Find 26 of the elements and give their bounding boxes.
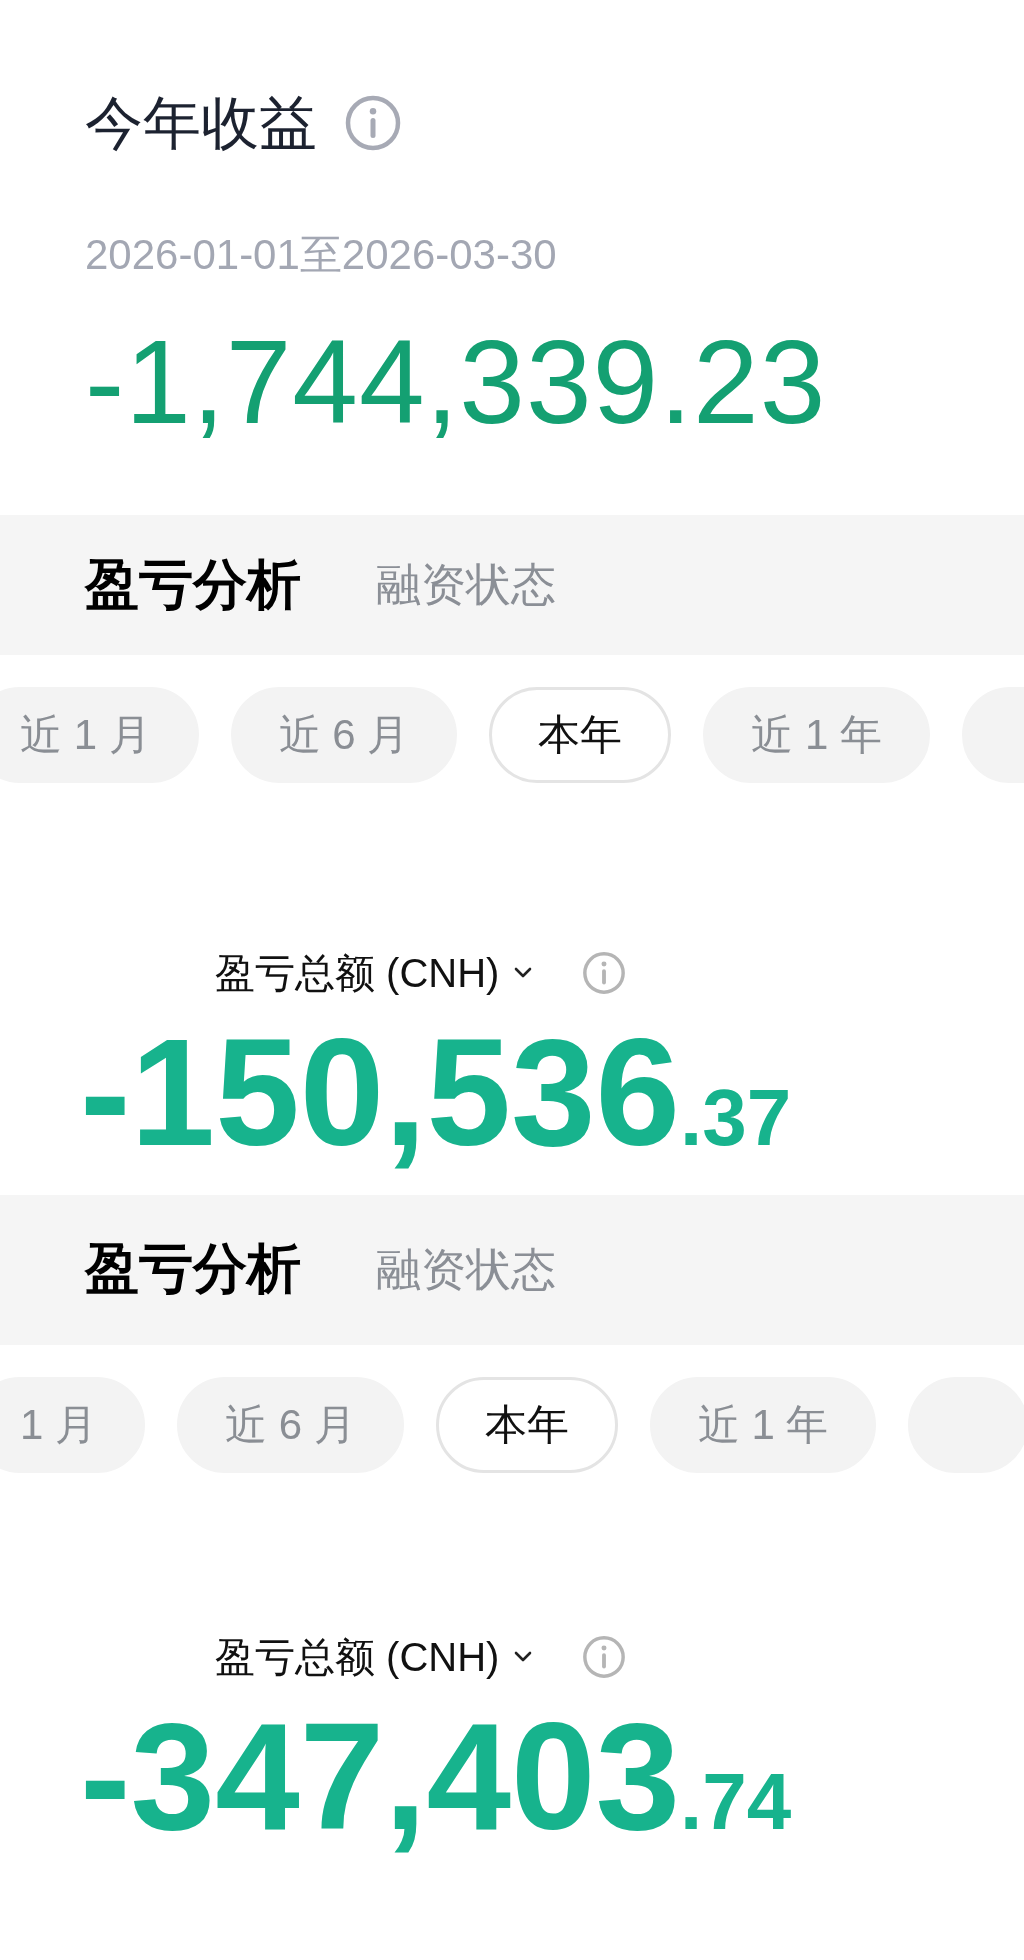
chevron-down-icon[interactable] xyxy=(513,1649,534,1664)
chevron-down-icon[interactable] xyxy=(513,966,534,980)
info-icon[interactable] xyxy=(581,1633,628,1680)
period-chip[interactable]: 近 6 月 xyxy=(230,687,458,783)
period-chip[interactable]: 近 1 年 xyxy=(649,1376,877,1473)
period-chip[interactable]: 本年 xyxy=(489,687,672,783)
info-icon[interactable] xyxy=(581,950,628,996)
profit-decimal: .37 xyxy=(680,1072,792,1164)
profit-total-amount: -150,536 xyxy=(80,1006,681,1179)
period-chip[interactable]: 近 1 年 xyxy=(703,687,931,783)
period-chip[interactable]: 近 1 月 xyxy=(0,687,199,783)
profit-total-amount: -347,403 xyxy=(80,1689,681,1863)
tab[interactable]: 融资状态 xyxy=(376,1239,556,1300)
yearly-profit-amount: -1,744,339.23 xyxy=(85,317,828,447)
period-chip[interactable]: 近 6 月 xyxy=(177,1376,404,1473)
period-chip[interactable]: 本年 xyxy=(435,1376,618,1473)
tab[interactable]: 盈亏分析 xyxy=(85,548,301,622)
profit-decimal: .74 xyxy=(680,1755,792,1848)
date-range: 2026-01-01至2026-03-30 xyxy=(85,231,558,279)
tab[interactable]: 融资状态 xyxy=(376,555,556,615)
metric-label[interactable]: 盈亏总额 (CNH) xyxy=(215,949,500,997)
info-icon[interactable] xyxy=(343,93,403,153)
metric-label[interactable]: 盈亏总额 (CNH) xyxy=(215,1632,500,1681)
section-title: 今年收益 xyxy=(85,89,317,157)
period-chip[interactable]: 1 月 xyxy=(0,1376,146,1473)
tab[interactable]: 盈亏分析 xyxy=(85,1233,301,1307)
